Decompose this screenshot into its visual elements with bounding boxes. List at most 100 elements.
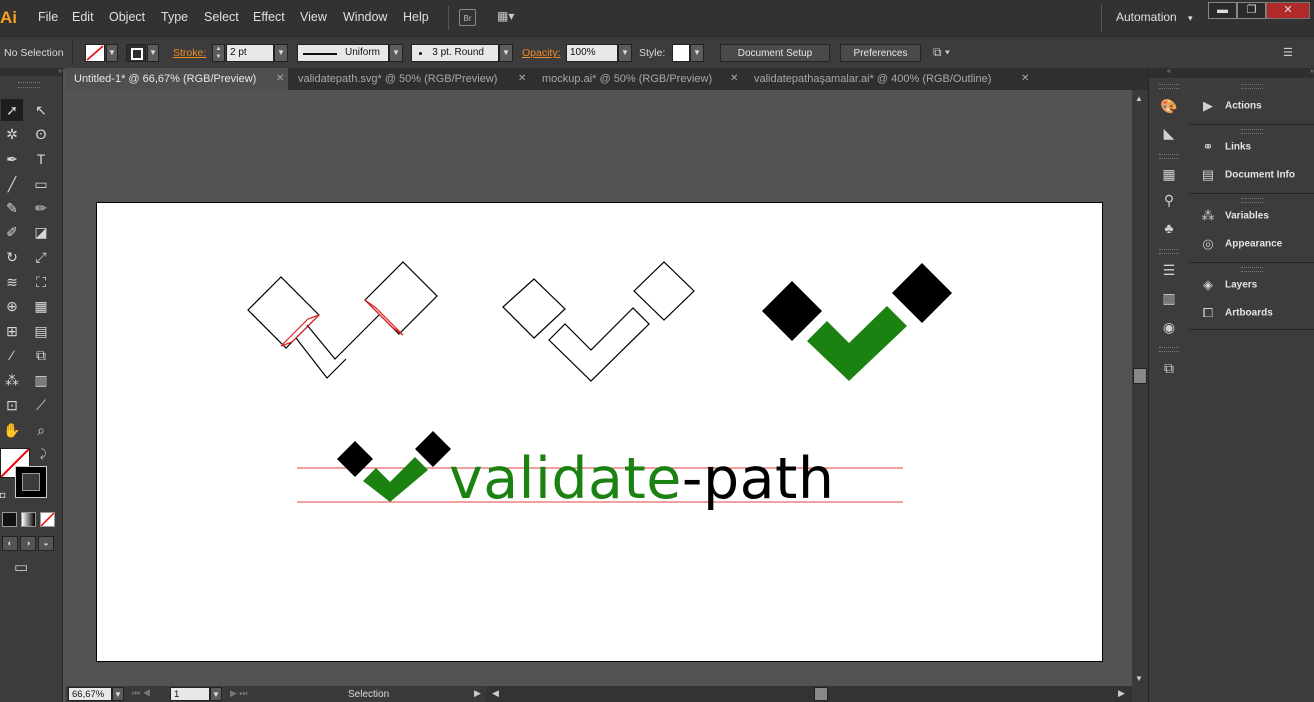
scroll-down-icon[interactable]: ▼ — [1135, 674, 1143, 683]
paintbrush-tool-icon[interactable]: ✎ — [1, 197, 23, 219]
menu-effect[interactable]: Effect — [253, 10, 285, 24]
blend-tool-icon[interactable]: ⧉ — [30, 344, 52, 366]
minimize-button[interactable]: ▬ — [1208, 2, 1237, 19]
menu-type[interactable]: Type — [161, 10, 188, 24]
menu-view[interactable]: View — [300, 10, 327, 24]
zoom-tool-icon[interactable]: ⌕ — [30, 419, 52, 441]
scroll-up-icon[interactable]: ▲ — [1135, 94, 1143, 103]
direct-selection-tool-icon[interactable]: ↖ — [30, 99, 52, 121]
mesh-tool-icon[interactable]: ⊞ — [1, 320, 23, 342]
transparency-panel-icon[interactable]: ◉ — [1159, 317, 1179, 337]
opacity-label[interactable]: Opacity: — [522, 47, 561, 59]
horizontal-scrollbar[interactable]: ◀ ▶ — [486, 686, 1132, 702]
shape-builder-tool-icon[interactable]: ⊕ — [1, 295, 23, 317]
brush-select[interactable]: 3 pt. Round — [411, 44, 499, 62]
close-icon[interactable]: ✕ — [276, 68, 284, 90]
color-guide-panel-icon[interactable]: ◣ — [1159, 123, 1179, 143]
free-transform-tool-icon[interactable]: ⛶ — [30, 271, 52, 293]
stroke-profile-select[interactable]: Uniform — [297, 44, 389, 62]
stroke-label[interactable]: Stroke: — [173, 47, 206, 59]
menu-edit[interactable]: Edit — [72, 10, 94, 24]
stroke-weight-dropdown[interactable]: ▼ — [274, 44, 288, 62]
scroll-right-icon[interactable]: ▶ — [1118, 688, 1125, 699]
first-artboard-icon[interactable]: ⏮ ◀ — [132, 688, 151, 699]
style-swatch[interactable] — [672, 44, 690, 62]
menu-help[interactable]: Help — [403, 10, 429, 24]
stroke-weight-input[interactable]: 2 pt — [226, 44, 274, 62]
gradient-tool-icon[interactable]: ▤ — [30, 320, 52, 342]
zoom-input[interactable]: 66,67% — [68, 687, 112, 701]
scroll-thumb[interactable] — [1133, 368, 1147, 384]
last-artboard-icon[interactable]: ▶ ⏭ — [230, 688, 248, 699]
panel-document-info[interactable]: ▤ Document Info — [1199, 167, 1295, 183]
color-mode-icon[interactable] — [2, 512, 17, 527]
line-tool-icon[interactable]: ╱ — [1, 173, 23, 195]
hand-tool-icon[interactable]: ✋ — [1, 419, 23, 441]
vertical-scrollbar[interactable]: ▲ ▼ — [1132, 90, 1148, 686]
arrange-documents-button[interactable]: ▦▾ — [497, 9, 523, 26]
transform-panel-icon[interactable]: ⧉ — [1159, 358, 1179, 378]
arrange-icon[interactable]: ⧉ ▾ — [933, 45, 950, 60]
lasso-tool-icon[interactable]: ʘ — [30, 123, 52, 145]
panel-grip[interactable] — [1159, 249, 1179, 254]
collapse-icon[interactable]: » — [0, 68, 62, 76]
stroke-profile-dropdown[interactable]: ▼ — [389, 44, 403, 62]
menu-select[interactable]: Select — [204, 10, 239, 24]
rectangle-tool-icon[interactable]: ▭ — [30, 173, 52, 195]
panel-grip[interactable] — [1159, 347, 1179, 352]
scroll-thumb-horizontal[interactable] — [814, 687, 828, 701]
draw-behind-icon[interactable]: ◑ — [20, 536, 36, 551]
draw-normal-icon[interactable]: ◐ — [2, 536, 18, 551]
tab-untitled[interactable]: Untitled-1* @ 66,67% (RGB/Preview) ✕ — [66, 68, 288, 90]
close-button[interactable]: ✕ — [1266, 2, 1310, 19]
panel-menu-icon[interactable]: ☰ — [1283, 46, 1293, 59]
style-dropdown[interactable]: ▼ — [690, 44, 704, 62]
opacity-dropdown[interactable]: ▼ — [618, 44, 632, 62]
panel-actions[interactable]: ▶ Actions — [1199, 98, 1262, 114]
none-mode-icon[interactable] — [40, 512, 55, 527]
eraser-tool-icon[interactable]: ◪ — [30, 221, 52, 243]
close-icon[interactable]: ✕ — [1021, 68, 1029, 90]
menu-object[interactable]: Object — [109, 10, 145, 24]
color-panel-icon[interactable]: 🎨 — [1159, 96, 1179, 116]
tab-mockup[interactable]: mockup.ai* @ 50% (RGB/Preview) ✕ — [532, 68, 742, 90]
panel-grip[interactable] — [1159, 154, 1179, 159]
chevron-down-icon[interactable]: ▾ — [1188, 13, 1193, 24]
stroke-weight-stepper[interactable]: ▲ ▼ — [212, 44, 225, 62]
scale-tool-icon[interactable]: ⤢ — [30, 246, 52, 268]
zoom-dropdown[interactable]: ▼ — [112, 687, 124, 701]
swatches-panel-icon[interactable]: ▦ — [1159, 164, 1179, 184]
gradient-panel-icon[interactable]: ▥ — [1159, 288, 1179, 308]
pen-tool-icon[interactable]: ✒ — [1, 148, 23, 170]
brushes-panel-icon[interactable]: ⚲ — [1159, 190, 1179, 210]
collapse-icon[interactable]: » — [1189, 68, 1314, 78]
column-graph-tool-icon[interactable]: ▥ — [30, 369, 52, 391]
default-colors-icon[interactable]: ◘ — [0, 490, 5, 500]
panel-variables[interactable]: ⁂ Variables — [1199, 208, 1269, 224]
artboard-number-input[interactable]: 1 — [170, 687, 210, 701]
bridge-button[interactable]: Br — [459, 9, 476, 26]
tab-validatepath-asamalar[interactable]: validatepathaşamalar.ai* @ 400% (RGB/Out… — [744, 68, 1034, 90]
panel-grip[interactable] — [1241, 267, 1263, 272]
swap-fill-stroke-icon[interactable]: ⤸ — [40, 448, 47, 461]
panel-layers[interactable]: ◈ Layers — [1199, 277, 1257, 293]
panel-grip[interactable] — [1241, 84, 1263, 89]
pencil-tool-icon[interactable]: ✏ — [30, 197, 52, 219]
panel-grip[interactable] — [1241, 129, 1263, 134]
artboard-tool-icon[interactable]: ⊡ — [1, 394, 23, 416]
gradient-mode-icon[interactable] — [21, 512, 36, 527]
panel-grip[interactable] — [1241, 198, 1263, 203]
symbols-panel-icon[interactable]: ♣ — [1159, 218, 1179, 238]
fill-dropdown[interactable]: ▼ — [106, 44, 118, 62]
screen-mode-icon[interactable]: ▭ — [14, 558, 28, 576]
maximize-button[interactable]: ❐ — [1237, 2, 1266, 19]
type-tool-icon[interactable]: T — [30, 148, 52, 170]
close-icon[interactable]: ✕ — [730, 68, 738, 90]
panel-appearance[interactable]: ◎ Appearance — [1199, 236, 1282, 252]
preferences-button[interactable]: Preferences — [840, 44, 921, 62]
status-menu-arrow-icon[interactable]: ▶ — [474, 688, 481, 699]
rotate-tool-icon[interactable]: ↻ — [1, 246, 23, 268]
slice-tool-icon[interactable]: ⟋ — [30, 394, 52, 416]
panel-artboards[interactable]: ⧠ Artboards — [1199, 305, 1273, 321]
close-icon[interactable]: ✕ — [518, 68, 526, 90]
